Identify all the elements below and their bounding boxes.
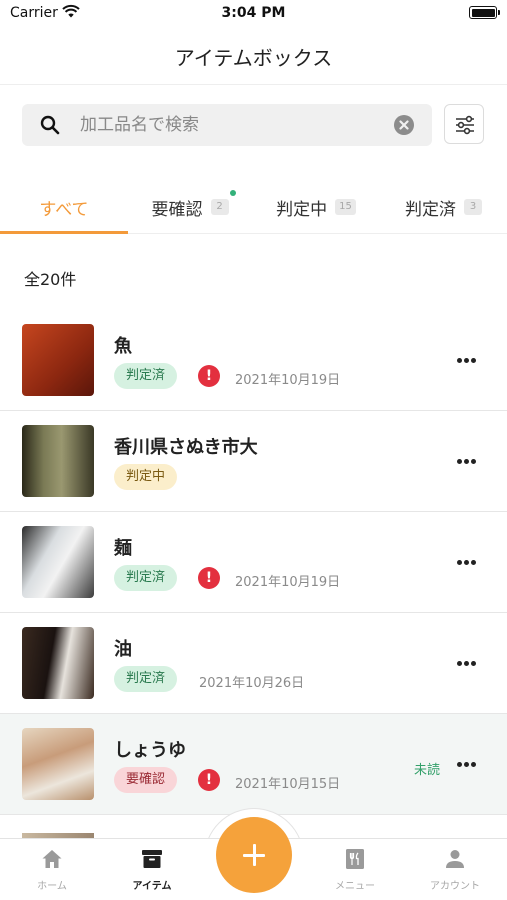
status-badge: 判定済 <box>114 363 178 389</box>
tab-judging[interactable]: 判定中 15 <box>252 180 380 234</box>
search-input[interactable] <box>80 104 380 146</box>
status-badge: 判定済 <box>114 666 178 692</box>
search-icon <box>40 115 60 135</box>
status-bar: Carrier 3:04 PM <box>0 0 507 30</box>
item-thumbnail <box>22 526 94 598</box>
list-item[interactable]: 魚 判定済 ! 2021年10月19日 <box>0 310 507 411</box>
tab-judged[interactable]: 判定済 3 <box>380 180 507 234</box>
nav-label: アカウント <box>430 881 480 892</box>
item-date: 2021年10月26日 <box>199 676 305 691</box>
nav-label: ホーム <box>37 881 67 892</box>
more-options-icon[interactable] <box>457 760 481 768</box>
nav-home[interactable]: ホーム <box>2 847 102 892</box>
item-name: 魚 <box>114 336 132 357</box>
tab-label: 判定中 <box>276 199 328 220</box>
list-item[interactable]: 香川県さぬき市大 判定中 <box>0 411 507 512</box>
alert-icon: ! <box>198 567 220 589</box>
total-count: 全20件 <box>24 270 77 289</box>
item-thumbnail <box>22 324 94 396</box>
item-date: 2021年10月19日 <box>235 575 341 590</box>
more-options-icon[interactable] <box>457 457 481 465</box>
tab-count-badge: 2 <box>210 199 229 215</box>
item-thumbnail <box>22 425 94 497</box>
item-name: しょうゆ <box>114 740 186 761</box>
plus-icon <box>243 844 265 866</box>
item-thumbnail <box>22 627 94 699</box>
filter-sliders-icon <box>456 115 474 135</box>
item-name: 麺 <box>114 538 132 559</box>
item-name: 香川県さぬき市大 <box>114 437 258 458</box>
nav-items[interactable]: アイテム <box>102 847 202 892</box>
status-tabs: すべて 要確認 2 判定中 15 判定済 3 <box>0 180 507 234</box>
tab-count-badge: 15 <box>335 199 356 215</box>
more-options-icon[interactable] <box>457 558 481 566</box>
filter-button[interactable] <box>444 104 484 144</box>
home-icon <box>42 850 62 868</box>
list-item[interactable]: 麺 判定済 ! 2021年10月19日 <box>0 512 507 613</box>
nav-label: アイテム <box>132 881 172 892</box>
add-item-button[interactable] <box>216 817 292 893</box>
clear-search-icon[interactable] <box>394 115 414 135</box>
tab-label: 判定済 <box>405 199 456 220</box>
person-icon <box>446 850 464 868</box>
menu-book-icon <box>346 849 364 869</box>
list-item[interactable]: 油 判定済 2021年10月26日 <box>0 613 507 714</box>
nav-account[interactable]: アカウント <box>405 847 505 892</box>
status-badge: 判定中 <box>114 464 178 490</box>
nav-menu[interactable]: メニュー <box>305 847 405 892</box>
more-options-icon[interactable] <box>457 659 481 667</box>
status-time: 3:04 PM <box>221 5 286 21</box>
item-thumbnail <box>22 728 94 800</box>
nav-label: メニュー <box>335 881 375 892</box>
unread-label: 未読 <box>414 763 441 778</box>
more-options-icon[interactable] <box>457 356 481 364</box>
item-date: 2021年10月19日 <box>235 373 341 388</box>
status-badge: 判定済 <box>114 565 178 591</box>
active-tab-indicator <box>0 231 128 234</box>
tab-label: すべて <box>39 199 89 220</box>
page-title: アイテムボックス <box>174 46 333 70</box>
alert-icon: ! <box>198 769 220 791</box>
new-indicator-dot <box>230 190 236 196</box>
alert-icon: ! <box>198 365 220 387</box>
battery-icon <box>469 6 500 19</box>
header-divider <box>0 84 507 85</box>
box-icon <box>142 850 162 868</box>
status-badge: 要確認 <box>114 767 178 793</box>
item-name: 油 <box>114 639 132 660</box>
tab-all[interactable]: すべて <box>0 180 128 234</box>
list-item[interactable]: しょうゆ 要確認 ! 2021年10月15日 未読 <box>0 714 507 815</box>
tab-needs-check[interactable]: 要確認 2 <box>128 180 252 234</box>
item-date: 2021年10月15日 <box>235 777 341 792</box>
tab-label: 要確認 <box>151 199 203 220</box>
search-bar[interactable] <box>22 104 432 146</box>
tab-count-badge: 3 <box>464 199 482 215</box>
